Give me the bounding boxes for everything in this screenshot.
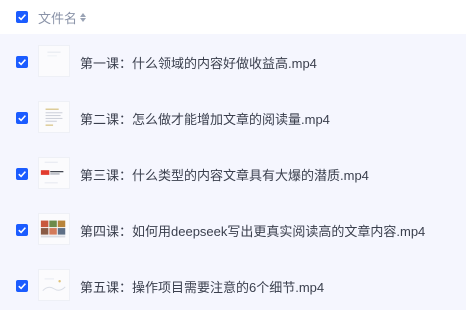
check-icon	[17, 57, 27, 67]
file-name[interactable]: 第一课：什么领域的内容好做收益高.mp4	[80, 53, 317, 72]
video-thumbnail	[38, 213, 70, 245]
file-row[interactable]: 第四课：如何用deepseek写出更真实阅读高的文章内容.mp4	[0, 202, 466, 258]
file-list: 第一课：什么领域的内容好做收益高.mp4 第二课：怎么做才能增加文章的阅读量.m…	[0, 34, 466, 310]
file-name[interactable]: 第五课：操作项目需要注意的6个细节.mp4	[80, 277, 324, 296]
row-checkbox[interactable]	[16, 112, 28, 124]
video-thumbnail	[38, 269, 70, 301]
row-checkbox[interactable]	[16, 56, 28, 68]
file-row[interactable]: 第二课：怎么做才能增加文章的阅读量.mp4	[0, 90, 466, 146]
video-thumbnail	[38, 101, 70, 133]
row-checkbox[interactable]	[16, 280, 28, 292]
check-icon	[17, 169, 27, 179]
file-name[interactable]: 第四课：如何用deepseek写出更真实阅读高的文章内容.mp4	[80, 221, 425, 240]
blank-document-icon	[39, 46, 69, 76]
filename-column-header[interactable]: 文件名	[38, 8, 86, 27]
select-all-checkbox[interactable]	[16, 11, 28, 23]
sketch-document-icon	[39, 270, 69, 300]
filename-column-label: 文件名	[38, 8, 77, 27]
check-icon	[17, 113, 27, 123]
check-icon	[17, 281, 27, 291]
file-name[interactable]: 第二课：怎么做才能增加文章的阅读量.mp4	[80, 109, 330, 128]
check-icon	[17, 12, 27, 22]
file-list-header: 文件名	[0, 0, 466, 34]
text-document-icon	[39, 102, 69, 132]
sort-icon[interactable]	[80, 13, 86, 22]
video-thumbnail	[38, 157, 70, 189]
video-thumbnail	[38, 45, 70, 77]
row-checkbox[interactable]	[16, 224, 28, 236]
row-checkbox[interactable]	[16, 168, 28, 180]
photo-grid-icon	[39, 214, 69, 244]
file-name[interactable]: 第三课：什么类型的内容文章具有大爆的潜质.mp4	[80, 165, 369, 184]
file-row[interactable]: 第三课：什么类型的内容文章具有大爆的潜质.mp4	[0, 146, 466, 202]
check-icon	[17, 225, 27, 235]
file-row[interactable]: 第五课：操作项目需要注意的6个细节.mp4	[0, 258, 466, 314]
file-row[interactable]: 第一课：什么领域的内容好做收益高.mp4	[0, 34, 466, 90]
banner-document-icon	[39, 158, 69, 188]
